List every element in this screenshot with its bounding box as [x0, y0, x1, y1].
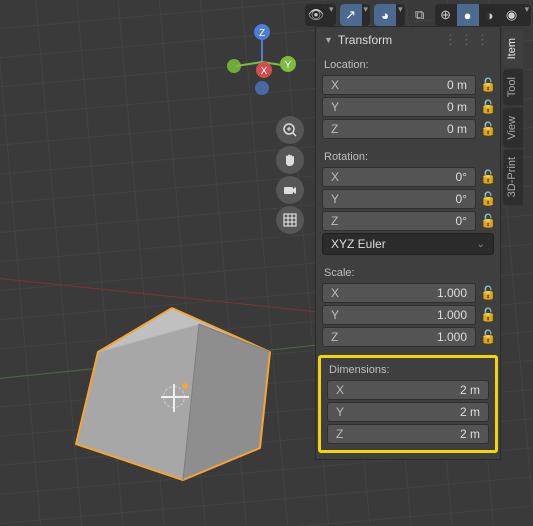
dimensions-label: Dimensions:	[323, 360, 493, 380]
rotation-y-field[interactable]: Y0°	[322, 189, 476, 209]
tab-tool[interactable]: Tool	[503, 69, 523, 105]
dimensions-y-field[interactable]: Y2 m	[327, 402, 489, 422]
chevron-down-icon[interactable]: ▾	[396, 4, 405, 26]
rotation-x-field[interactable]: X0°	[322, 167, 476, 187]
gizmo-z-label: Z	[259, 28, 265, 39]
viewport-header-toolbar: 👁 ▾ ↗ ▾ ◕ ▾ ⧉ ⊕ ● ◑ ◉ ▾	[305, 4, 531, 26]
location-y-field[interactable]: Y0 m	[322, 97, 476, 117]
chevron-down-icon[interactable]: ▾	[327, 4, 336, 26]
dimensions-z-field[interactable]: Z2 m	[327, 424, 489, 444]
chevron-down-icon[interactable]: ▾	[362, 4, 371, 26]
lock-icon[interactable]: 🔓	[480, 169, 494, 185]
dimensions-x-field[interactable]: X2 m	[327, 380, 489, 400]
collapse-triangle-icon[interactable]: ▼	[324, 35, 333, 45]
material-shading-icon[interactable]: ◑	[479, 4, 501, 26]
zoom-icon[interactable]	[276, 116, 304, 144]
scale-label: Scale:	[322, 263, 494, 283]
transform-panel: ▼ Transform ⋮⋮⋮ Location: X0 m🔓 Y0 m🔓 Z0…	[315, 26, 501, 460]
rotation-z-field[interactable]: Z0°	[322, 211, 476, 231]
orientation-gizmo[interactable]: Z Y X	[222, 22, 302, 102]
gizmos-toggle-icon[interactable]: ↗	[340, 4, 362, 26]
gizmo-x-label: X	[261, 66, 268, 77]
n-panel-tabs: Item Tool View 3D-Print	[503, 30, 523, 206]
tab-item[interactable]: Item	[503, 30, 523, 67]
panel-header[interactable]: ▼ Transform ⋮⋮⋮	[316, 27, 500, 53]
lock-icon[interactable]: 🔓	[480, 121, 494, 137]
location-z-field[interactable]: Z0 m	[322, 119, 476, 139]
rotation-mode-select[interactable]: XYZ Euler ⌄	[322, 233, 494, 255]
drag-handle-icon[interactable]: ⋮⋮⋮	[444, 32, 492, 48]
lock-icon[interactable]: 🔓	[480, 329, 494, 345]
viewport-tool-buttons	[276, 116, 304, 234]
chevron-down-icon: ⌄	[477, 239, 485, 250]
tab-3d-print[interactable]: 3D-Print	[503, 149, 523, 205]
lock-icon[interactable]: 🔓	[480, 99, 494, 115]
tab-view[interactable]: View	[503, 108, 523, 148]
lock-icon[interactable]: 🔓	[480, 307, 494, 323]
rendered-shading-icon[interactable]: ◉	[501, 4, 523, 26]
lock-icon[interactable]: 🔓	[480, 285, 494, 301]
visibility-icon[interactable]: 👁	[305, 4, 327, 26]
rotation-label: Rotation:	[322, 147, 494, 167]
location-x-field[interactable]: X0 m	[322, 75, 476, 95]
wireframe-shading-icon[interactable]: ⊕	[435, 4, 457, 26]
camera-view-icon[interactable]	[276, 176, 304, 204]
scale-y-field[interactable]: Y1.000	[322, 305, 476, 325]
scale-z-field[interactable]: Z1.000	[322, 327, 476, 347]
lock-icon[interactable]: 🔓	[480, 213, 494, 229]
scale-x-field[interactable]: X1.000	[322, 283, 476, 303]
dimensions-highlight: Dimensions: X2 m Y2 m Z2 m	[318, 355, 498, 453]
rotation-mode-value: XYZ Euler	[331, 237, 386, 251]
panel-title: Transform	[338, 33, 392, 47]
solid-shading-icon[interactable]: ●	[457, 4, 479, 26]
gizmo-y-label: Y	[285, 60, 292, 71]
lock-icon[interactable]: 🔓	[480, 77, 494, 93]
object-origin-dot	[182, 383, 188, 389]
chevron-down-icon[interactable]: ▾	[523, 4, 532, 26]
lock-icon[interactable]: 🔓	[480, 191, 494, 207]
location-label: Location:	[322, 55, 494, 75]
pan-hand-icon[interactable]	[276, 146, 304, 174]
perspective-toggle-icon[interactable]	[276, 206, 304, 234]
xray-toggle-icon[interactable]: ⧉	[409, 4, 431, 26]
overlays-toggle-icon[interactable]: ◕	[374, 4, 396, 26]
cursor-3d	[163, 386, 185, 408]
